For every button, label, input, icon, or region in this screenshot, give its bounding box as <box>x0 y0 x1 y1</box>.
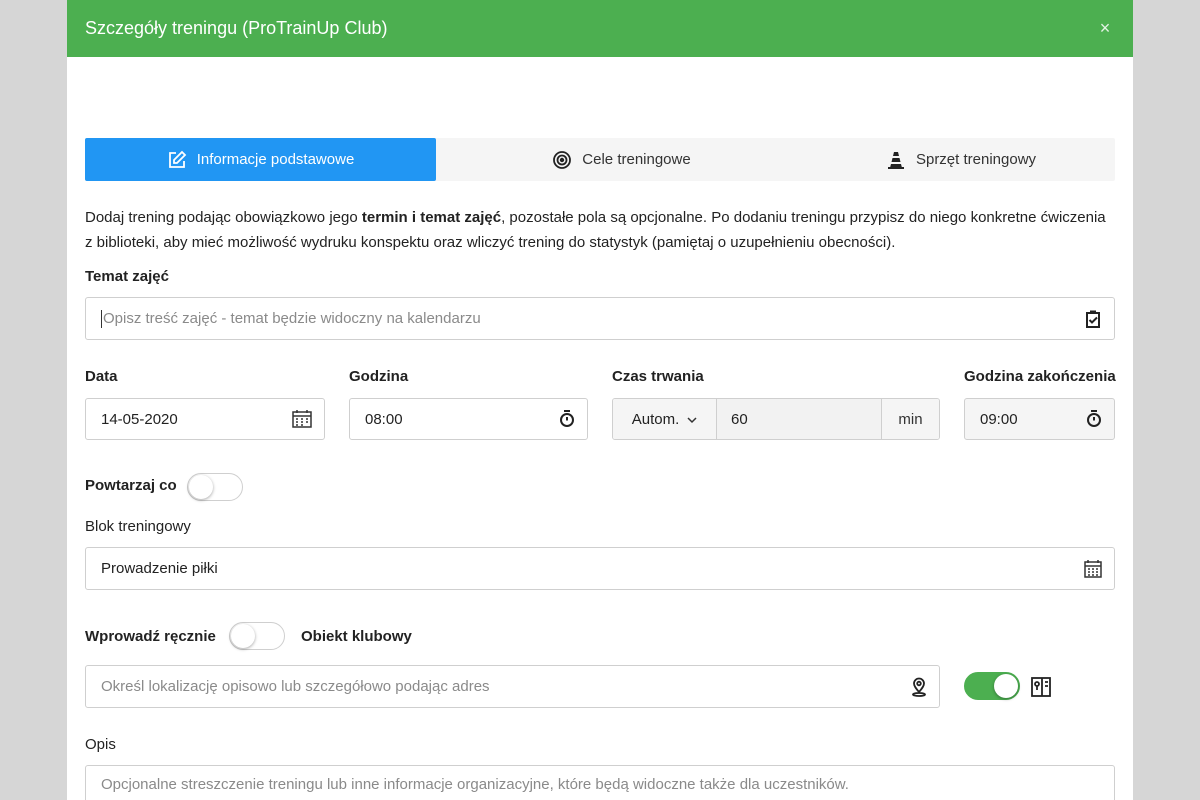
date-value: 14-05-2020 <box>101 410 178 428</box>
location-placeholder: Określ lokalizację opisowo lub szczegóło… <box>101 678 490 695</box>
calendar-grid-icon <box>1084 559 1102 578</box>
cone-icon <box>886 150 906 170</box>
block-select[interactable]: Prowadzenie piłki <box>85 547 1115 590</box>
club-facility-label: Obiekt klubowy <box>301 628 412 645</box>
duration-group: Autom. 60 min <box>612 398 940 440</box>
repeat-toggle[interactable] <box>187 473 243 501</box>
date-label: Data <box>85 368 118 385</box>
duration-input[interactable]: 60 <box>717 399 881 439</box>
end-time-value: 09:00 <box>980 410 1018 428</box>
intro-text: Dodaj trening podając obowiązkowo jego t… <box>85 205 1115 255</box>
description-placeholder: Opcjonalne streszczenie treningu lub inn… <box>101 776 849 793</box>
stopwatch-icon[interactable] <box>559 409 575 429</box>
description-label: Opis <box>85 736 116 753</box>
end-time-input[interactable]: 09:00 <box>964 398 1115 440</box>
training-details-modal: Szczegóły treningu (ProTrainUp Club) × I… <box>67 0 1133 800</box>
duration-mode-value: Autom. <box>631 410 680 428</box>
time-input[interactable]: 08:00 <box>349 398 588 440</box>
tab-bar: Informacje podstawowe Cele treningowe Sp… <box>85 138 1115 181</box>
clipboard-check-icon <box>1084 309 1102 329</box>
tab-label: Sprzęt treningowy <box>915 151 1037 168</box>
toggle-knob <box>994 674 1018 698</box>
target-icon <box>552 150 572 170</box>
calendar-icon[interactable] <box>292 410 312 428</box>
duration-unit: min <box>881 399 939 439</box>
time-label: Godzina <box>349 368 409 385</box>
intro-part1: Dodaj trening podając obowiązkowo jego <box>85 209 362 226</box>
map-pin-icon <box>911 677 927 697</box>
club-facility-toggle[interactable] <box>964 672 1020 700</box>
time-value: 08:00 <box>365 410 403 428</box>
location-input[interactable]: Określ lokalizację opisowo lub szczegóło… <box>85 665 940 708</box>
block-label: Blok treningowy <box>85 518 191 535</box>
topic-label: Temat zajęć <box>85 268 169 285</box>
close-button[interactable]: × <box>1095 18 1115 39</box>
toggle-knob <box>189 475 213 499</box>
tab-basic-info[interactable]: Informacje podstawowe <box>85 138 436 181</box>
edit-icon <box>167 150 187 170</box>
facility-icon[interactable] <box>1031 676 1051 702</box>
topic-placeholder: Opisz treść zajęć - temat będzie widoczn… <box>103 310 481 327</box>
stopwatch-icon <box>1086 409 1102 429</box>
end-time-label: Godzina zakończenia <box>964 368 1116 385</box>
block-value: Prowadzenie piłki <box>101 560 218 577</box>
tab-training-equipment[interactable]: Sprzęt treningowy <box>807 138 1115 181</box>
date-input[interactable]: 14-05-2020 <box>85 398 325 440</box>
toggle-knob <box>231 624 255 648</box>
duration-mode-select[interactable]: Autom. <box>613 399 717 439</box>
intro-bold: termin i temat zajęć <box>361 209 502 226</box>
text-caret <box>101 309 102 328</box>
manual-entry-label: Wprowadź ręcznie <box>85 628 216 645</box>
modal-header: Szczegóły treningu (ProTrainUp Club) × <box>67 0 1133 57</box>
chevron-down-icon <box>687 411 697 428</box>
tab-training-goals[interactable]: Cele treningowe <box>436 138 807 181</box>
tab-label: Informacje podstawowe <box>196 151 355 168</box>
modal-title: Szczegóły treningu (ProTrainUp Club) <box>85 18 388 38</box>
manual-entry-toggle[interactable] <box>229 622 285 650</box>
description-textarea[interactable]: Opcjonalne streszczenie treningu lub inn… <box>85 765 1115 800</box>
repeat-label: Powtarzaj co <box>85 477 177 494</box>
duration-label: Czas trwania <box>612 368 704 385</box>
duration-value: 60 <box>731 410 748 428</box>
topic-input[interactable]: Opisz treść zajęć - temat będzie widoczn… <box>85 297 1115 340</box>
tab-label: Cele treningowe <box>582 151 691 168</box>
